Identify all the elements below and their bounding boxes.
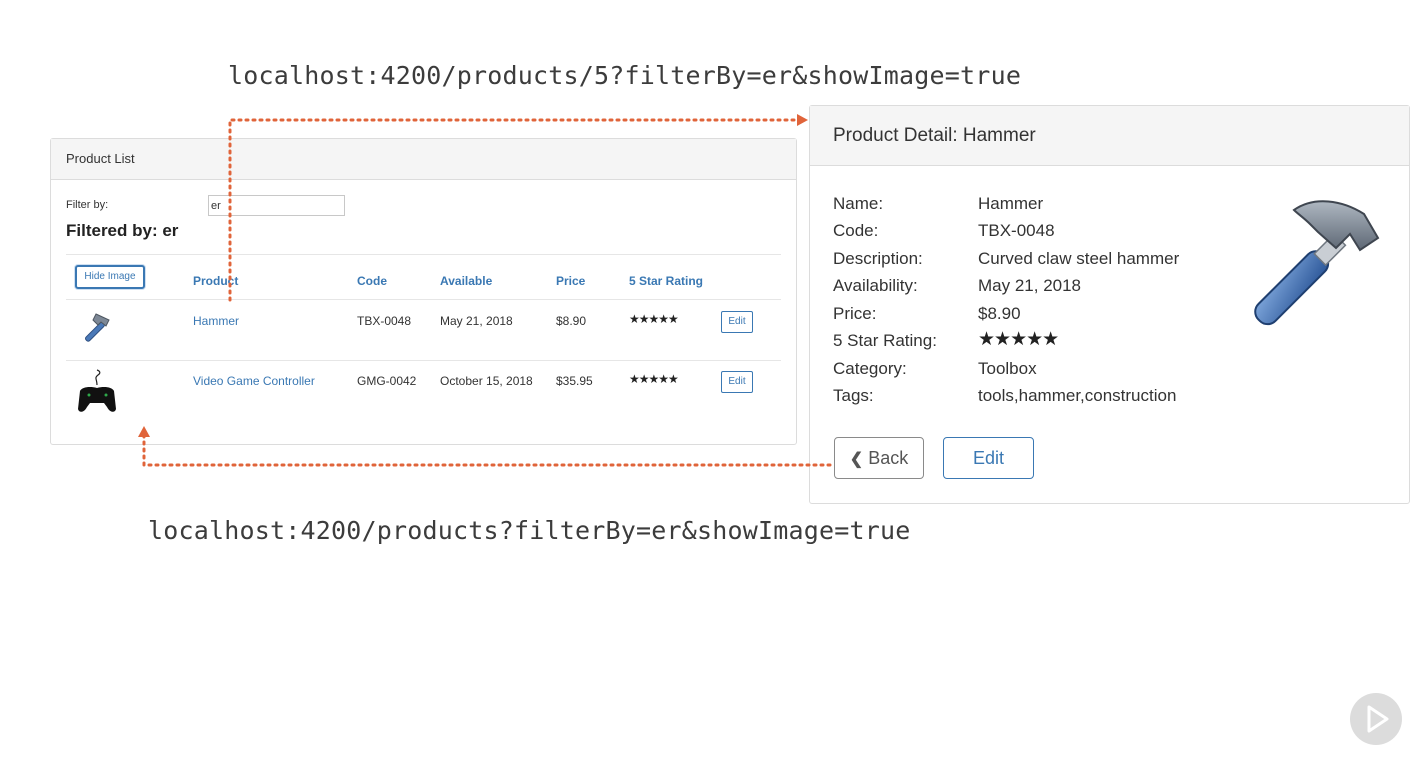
play-icon[interactable] [1350, 693, 1402, 745]
navigation-arrows [138, 114, 832, 467]
